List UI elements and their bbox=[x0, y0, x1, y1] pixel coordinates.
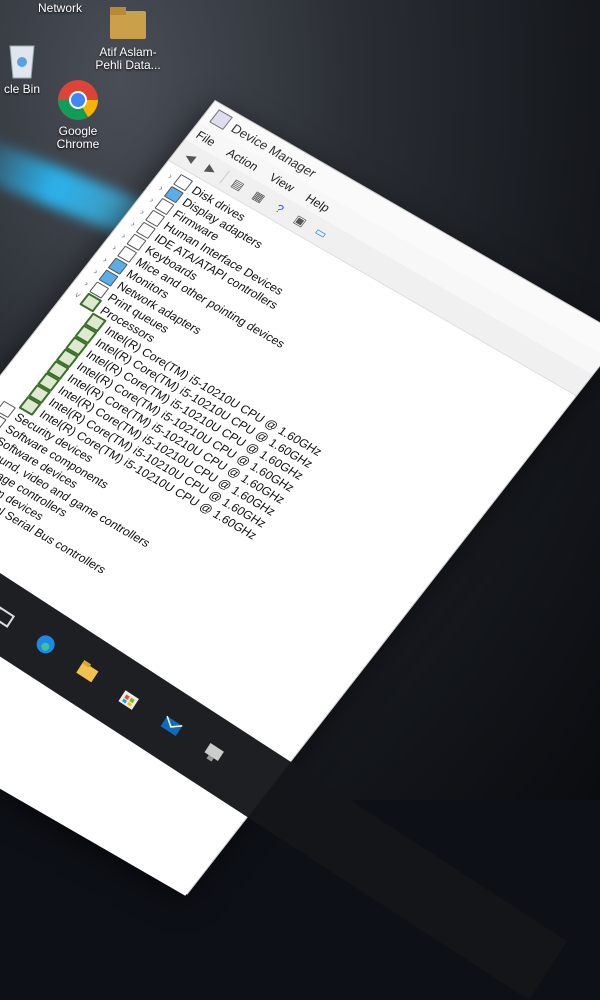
back-arrow-icon[interactable]: ◀ bbox=[177, 146, 204, 169]
recycle-bin-icon bbox=[9, 45, 35, 79]
refresh-icon[interactable]: ▦ bbox=[245, 185, 272, 208]
desktop-icon-chrome[interactable]: Google Chrome bbox=[38, 78, 118, 151]
scan-hardware-icon[interactable]: ▭ bbox=[308, 221, 335, 244]
forward-arrow-icon[interactable]: ▶ bbox=[198, 158, 225, 181]
device-manager-taskbar-icon[interactable] bbox=[198, 738, 228, 768]
store-icon[interactable] bbox=[114, 684, 144, 714]
task-view-icon[interactable] bbox=[0, 602, 19, 632]
desktop-icon-folder[interactable]: Atif Aslam- Pehli Data... bbox=[88, 5, 168, 72]
device-manager-icon bbox=[209, 109, 233, 131]
desktop-icon-label: Atif Aslam- Pehli Data... bbox=[95, 45, 161, 72]
edge-icon[interactable] bbox=[30, 629, 60, 659]
help-icon[interactable]: ? bbox=[266, 197, 293, 220]
chrome-icon bbox=[58, 80, 98, 120]
mail-icon[interactable] bbox=[156, 711, 186, 741]
file-explorer-icon[interactable] bbox=[72, 656, 102, 686]
folder-icon bbox=[110, 7, 146, 39]
desktop-icon-label: Google Chrome bbox=[56, 124, 100, 151]
properties-icon[interactable]: ▤ bbox=[225, 173, 252, 196]
show-hidden-icon[interactable]: ▣ bbox=[287, 209, 314, 232]
